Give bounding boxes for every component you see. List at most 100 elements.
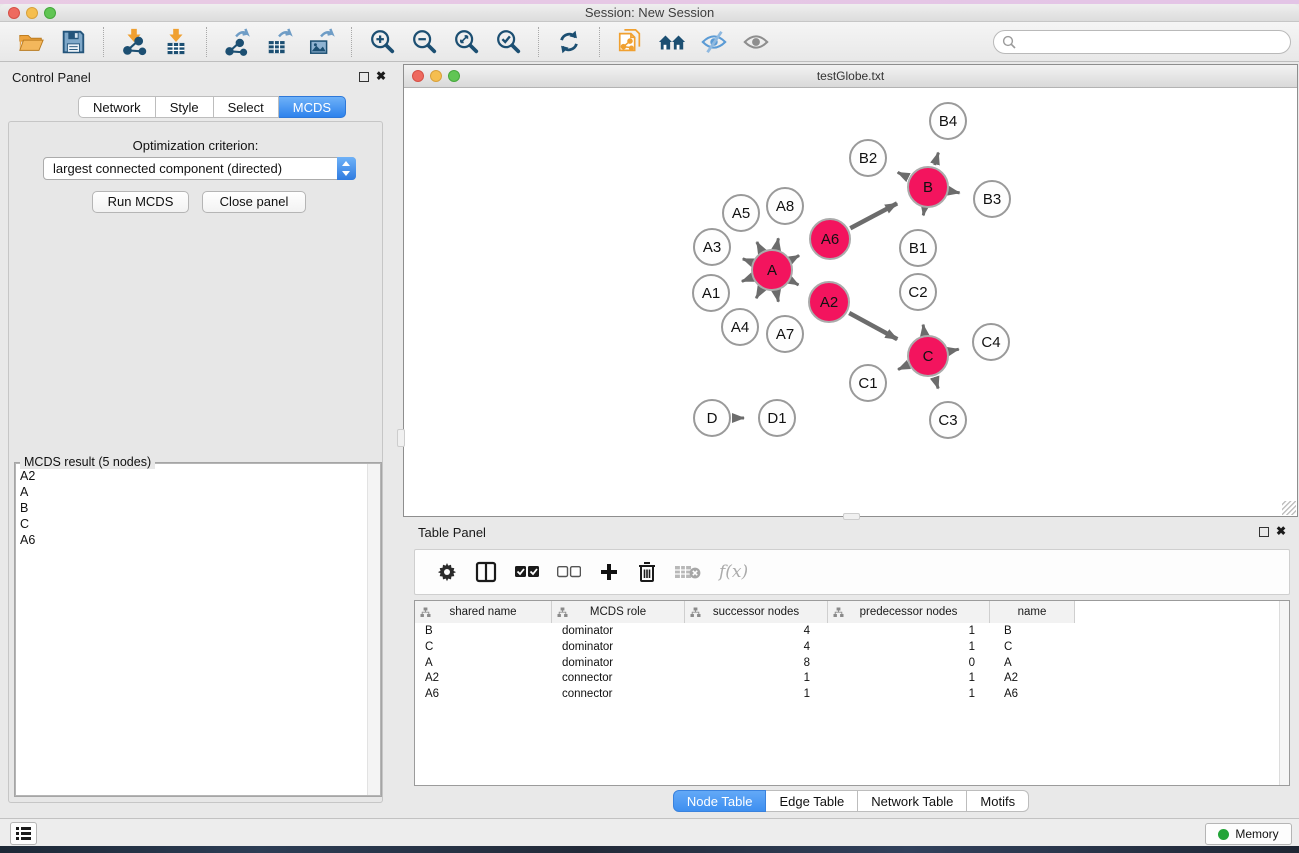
column-header-MCDS-role[interactable]: MCDS role	[552, 601, 685, 623]
zoom-window-button[interactable]	[44, 7, 56, 19]
table-cell: 1	[828, 687, 990, 703]
import-table-icon[interactable]	[160, 26, 192, 58]
table-panel-close-icon[interactable]: ✖	[1276, 526, 1286, 536]
column-header-predecessor-nodes[interactable]: predecessor nodes	[828, 601, 990, 623]
column-header-successor-nodes[interactable]: successor nodes	[685, 601, 828, 623]
save-session-icon[interactable]	[57, 26, 89, 58]
graph-node-A3[interactable]: A3	[693, 228, 731, 266]
network-view-window: testGlobe.txt B4B2BB3A8A5A6A3B1AA1C2A2A4…	[403, 64, 1298, 517]
column-header-shared-name[interactable]: shared name	[415, 601, 552, 623]
gear-icon[interactable]	[437, 557, 457, 587]
network-close-button[interactable]	[412, 70, 424, 82]
table-row[interactable]: A2connector11A2	[415, 671, 1075, 687]
graph-node-D1[interactable]: D1	[758, 399, 796, 437]
run-mcds-button[interactable]: Run MCDS	[92, 191, 189, 213]
network-canvas[interactable]: B4 B2 B B3 A8A5 A6 A3 B1 A A1 C2 A2 A4A7 C4 C C1 C3 D D1	[405, 89, 1296, 516]
table-panel-float-icon[interactable]	[1259, 527, 1269, 537]
graph-node-B4[interactable]: B4	[929, 102, 967, 140]
graph-node-A7[interactable]: A7	[766, 315, 804, 353]
home-icon[interactable]	[656, 26, 688, 58]
memory-label: Memory	[1235, 827, 1278, 841]
select-all-icon[interactable]	[515, 557, 539, 587]
search-field[interactable]	[993, 30, 1291, 54]
export-network-icon[interactable]	[221, 26, 253, 58]
network-minimize-button[interactable]	[430, 70, 442, 82]
result-item[interactable]: A2	[16, 468, 380, 484]
graph-node-C3[interactable]: C3	[929, 401, 967, 439]
export-image-icon[interactable]	[305, 26, 337, 58]
graph-node-A[interactable]: A	[751, 249, 793, 291]
graph-node-A1[interactable]: A1	[692, 274, 730, 312]
table-row[interactable]: Cdominator41C	[415, 640, 1075, 656]
memory-button[interactable]: Memory	[1205, 823, 1292, 845]
column-settings-icon[interactable]	[475, 557, 497, 587]
network-file-icon[interactable]	[614, 26, 646, 58]
result-list-scrollbar[interactable]	[367, 464, 380, 795]
table-scrollbar[interactable]	[1279, 601, 1289, 785]
table-row[interactable]: Adominator80A	[415, 656, 1075, 672]
table-row[interactable]: A6connector11A6	[415, 687, 1075, 703]
graph-node-A8[interactable]: A8	[766, 187, 804, 225]
result-item[interactable]: A6	[16, 532, 380, 548]
graph-node-C[interactable]: C	[907, 335, 949, 377]
import-network-icon[interactable]	[118, 26, 150, 58]
main-toolbar	[0, 22, 1299, 62]
criterion-dropdown[interactable]: largest connected component (directed)	[43, 157, 356, 180]
tab-mcds[interactable]: MCDS	[279, 96, 346, 118]
add-column-icon[interactable]	[599, 557, 619, 587]
tab-node-table[interactable]: Node Table	[673, 790, 767, 812]
open-session-icon[interactable]	[15, 26, 47, 58]
minimize-window-button[interactable]	[26, 7, 38, 19]
show-details-icon[interactable]	[740, 26, 772, 58]
graph-node-A4[interactable]: A4	[721, 308, 759, 346]
function-builder-icon[interactable]: f(x)	[719, 557, 748, 587]
pane-gripper-bottom[interactable]	[843, 513, 860, 520]
graph-node-A6[interactable]: A6	[809, 218, 851, 260]
graph-node-B1[interactable]: B1	[899, 229, 937, 267]
mcds-result-list[interactable]: A2ABCA6	[15, 463, 381, 796]
delete-table-icon[interactable]	[675, 557, 701, 587]
search-input[interactable]	[1016, 32, 1290, 52]
node-table[interactable]: shared nameMCDS rolesuccessor nodesprede…	[414, 600, 1290, 786]
graph-node-A2[interactable]: A2	[808, 281, 850, 323]
delete-column-icon[interactable]	[637, 557, 657, 587]
graph-node-A5[interactable]: A5	[722, 194, 760, 232]
zoom-selected-icon[interactable]	[492, 26, 524, 58]
zoom-out-icon[interactable]	[408, 26, 440, 58]
mcds-result-title: MCDS result (5 nodes)	[20, 455, 155, 469]
result-item[interactable]: A	[16, 484, 380, 500]
column-header-name[interactable]: name	[990, 601, 1075, 623]
deselect-all-icon[interactable]	[557, 557, 581, 587]
zoom-in-icon[interactable]	[366, 26, 398, 58]
pane-gripper-left[interactable]	[397, 429, 405, 447]
control-panel-float-icon[interactable]	[359, 72, 369, 82]
refresh-icon[interactable]	[553, 26, 585, 58]
export-table-icon[interactable]	[263, 26, 295, 58]
hide-details-icon[interactable]	[698, 26, 730, 58]
graph-node-D[interactable]: D	[693, 399, 731, 437]
graph-node-C1[interactable]: C1	[849, 364, 887, 402]
zoom-fit-icon[interactable]	[450, 26, 482, 58]
desktop-wallpaper-bottom	[0, 846, 1299, 853]
close-panel-button[interactable]: Close panel	[202, 191, 306, 213]
network-zoom-button[interactable]	[448, 70, 460, 82]
toolbar-separator	[206, 27, 207, 57]
graph-node-B[interactable]: B	[907, 166, 949, 208]
table-row[interactable]: Bdominator41B	[415, 624, 1075, 640]
graph-node-B2[interactable]: B2	[849, 139, 887, 177]
tab-edge-table[interactable]: Edge Table	[766, 790, 858, 812]
tab-motifs[interactable]: Motifs	[967, 790, 1029, 812]
tab-network-table[interactable]: Network Table	[858, 790, 967, 812]
control-panel-close-icon[interactable]: ✖	[376, 71, 386, 81]
tab-style[interactable]: Style	[156, 96, 214, 118]
resize-grip-icon[interactable]	[1282, 501, 1296, 515]
graph-node-C2[interactable]: C2	[899, 273, 937, 311]
task-history-button[interactable]	[10, 822, 37, 845]
result-item[interactable]: B	[16, 500, 380, 516]
tab-network[interactable]: Network	[78, 96, 156, 118]
tab-select[interactable]: Select	[214, 96, 279, 118]
graph-node-B3[interactable]: B3	[973, 180, 1011, 218]
graph-node-C4[interactable]: C4	[972, 323, 1010, 361]
close-window-button[interactable]	[8, 7, 20, 19]
result-item[interactable]: C	[16, 516, 380, 532]
